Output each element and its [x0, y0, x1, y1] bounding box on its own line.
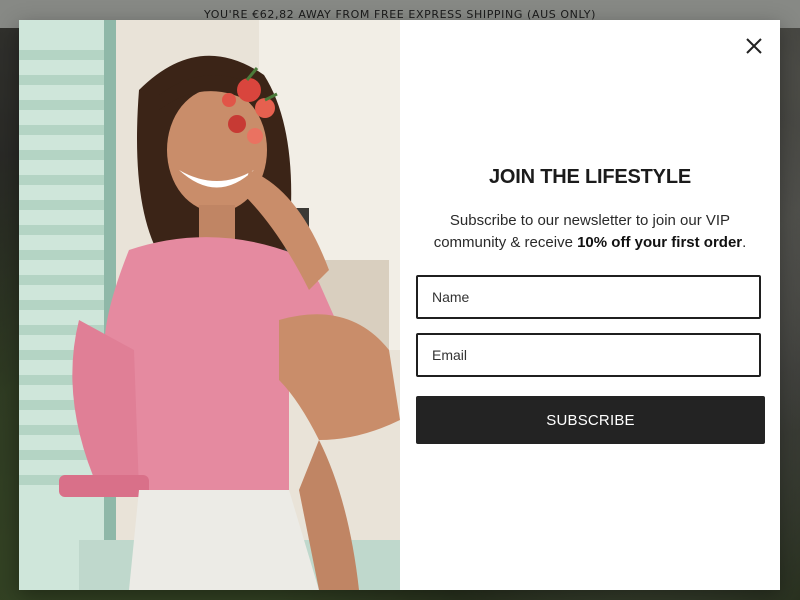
subscribe-button[interactable]: SUBSCRIBE	[416, 396, 765, 444]
email-input[interactable]	[416, 333, 761, 377]
close-button[interactable]	[742, 34, 766, 58]
close-icon	[743, 35, 765, 57]
woman-photo-illustration	[19, 20, 400, 590]
popup-description: Subscribe to our newsletter to join our …	[420, 210, 760, 254]
desc-discount: 10% off your first order	[577, 234, 743, 251]
name-input[interactable]	[416, 275, 761, 319]
popup-title: JOIN THE LIFESTYLE	[489, 166, 691, 188]
popup-form-panel: JOIN THE LIFESTYLE Subscribe to our news…	[400, 20, 780, 590]
newsletter-popup: JOIN THE LIFESTYLE Subscribe to our news…	[19, 20, 780, 590]
popup-photo	[19, 20, 400, 590]
desc-period: .	[742, 234, 747, 251]
